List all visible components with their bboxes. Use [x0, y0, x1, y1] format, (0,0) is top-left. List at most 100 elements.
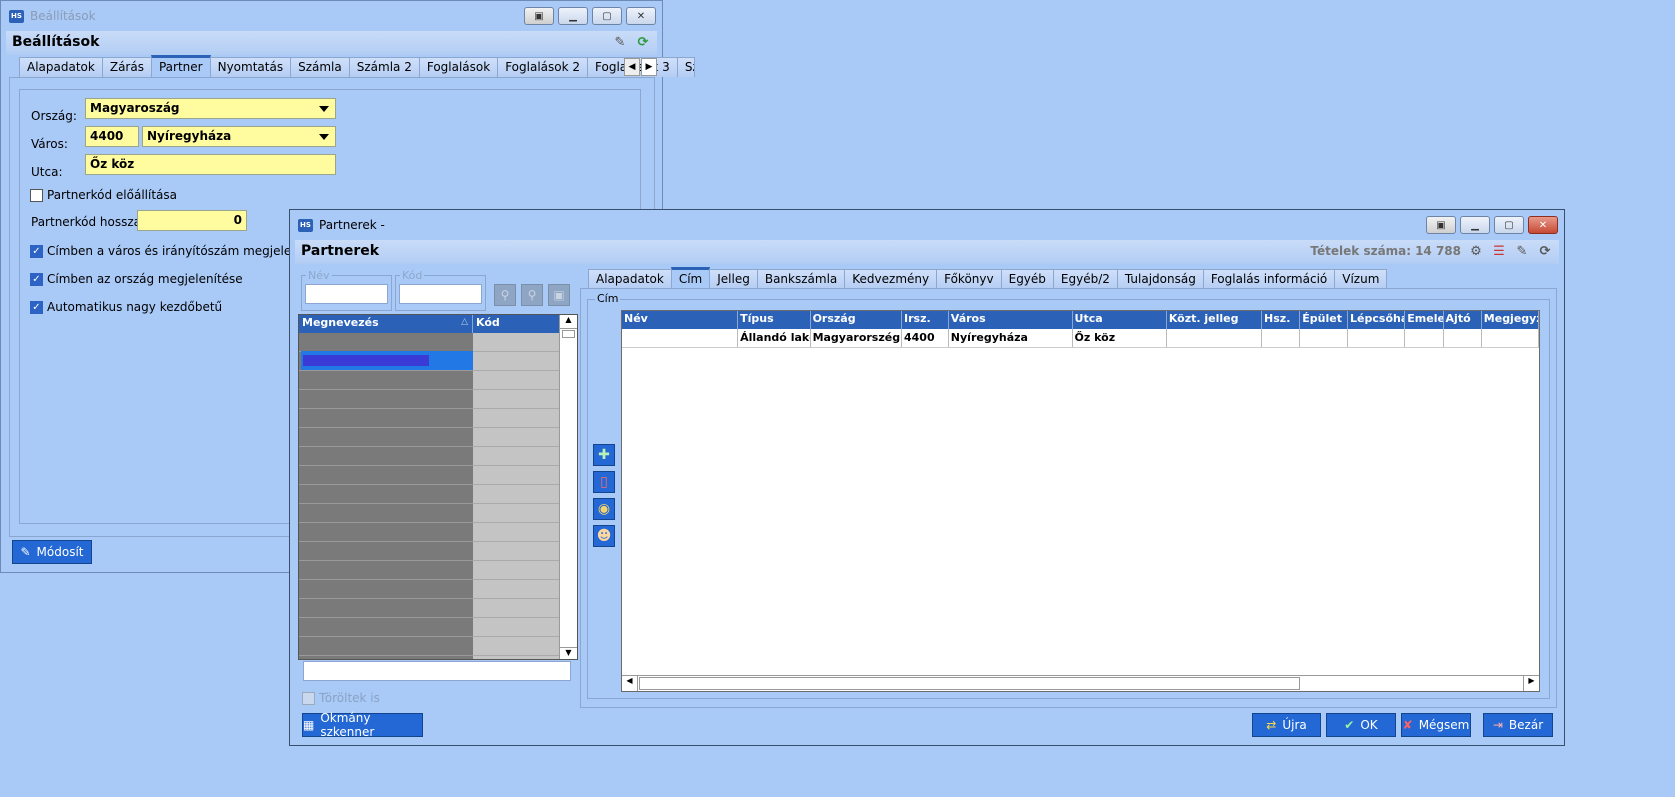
generate-code-checkbox[interactable]: Partnerkód előállítása [30, 188, 177, 202]
check-icon[interactable]: ✓ [30, 244, 43, 258]
column-header-megjegyzes[interactable]: Megjegyzé [1482, 311, 1539, 329]
tab-vizum[interactable]: Vízum [1334, 269, 1388, 289]
list-icon[interactable]: ☰ [1491, 243, 1507, 259]
cell-kozt-jelleg[interactable] [1167, 329, 1263, 347]
check-icon[interactable]: ✓ [30, 272, 43, 286]
show-country-checkbox[interactable]: ✓ Címben az ország megjelenítése [30, 272, 243, 286]
close-button[interactable]: ✕ [626, 7, 656, 25]
cell-tipus[interactable]: Állandó lakcím [738, 329, 811, 347]
tab-foglalas-informacio[interactable]: Foglalás információ [1202, 269, 1336, 289]
remote-control-icon[interactable]: ▣ [1426, 216, 1456, 234]
column-header-code[interactable]: Kód [473, 315, 559, 333]
column-header-epulet[interactable]: Épület [1300, 311, 1349, 329]
remote-control-icon[interactable]: ▣ [524, 7, 554, 25]
clear-filter-icon[interactable]: ⚲ [521, 284, 543, 306]
column-header-name[interactable]: Megnevezés △ [299, 315, 473, 333]
minimize-button[interactable]: ▁ [1460, 216, 1490, 234]
settings-gear-icon[interactable]: ⚙ [1468, 243, 1484, 259]
cell-irsz[interactable]: 4400 [902, 329, 949, 347]
column-header-tipus[interactable]: Típus [738, 311, 811, 329]
tab-partner[interactable]: Partner [150, 55, 211, 77]
column-header-orszag[interactable]: Ország [811, 311, 902, 329]
list-search-input[interactable] [303, 661, 571, 681]
scroll-left-icon[interactable]: ◀ [622, 676, 638, 691]
minimize-button[interactable]: ▁ [558, 7, 588, 25]
scroll-up-icon[interactable]: ▲ [560, 315, 577, 329]
tab-fokonyv[interactable]: Főkönyv [936, 269, 1002, 289]
list-vertical-scrollbar[interactable]: ▲ ▼ [559, 315, 577, 659]
save-filter-icon[interactable]: ▣ [548, 284, 570, 306]
close-window-button[interactable]: ⇥ Bezár [1483, 713, 1553, 737]
scroll-right-icon[interactable]: ▶ [1523, 676, 1539, 691]
street-input[interactable]: Őz köz [85, 154, 336, 175]
refresh-icon[interactable]: ⟳ [635, 34, 651, 50]
column-header-ajto[interactable]: Ajtó [1444, 311, 1482, 329]
column-header-kozt-jelleg[interactable]: Közt. jelleg [1167, 311, 1263, 329]
column-header-utca[interactable]: Utca [1073, 311, 1167, 329]
tab-szamla-2[interactable]: Számla 2 [348, 57, 420, 77]
table-horizontal-scrollbar[interactable]: ◀ ▶ [622, 675, 1539, 691]
tab-zaras[interactable]: Zárás [101, 57, 152, 77]
auto-capital-checkbox[interactable]: ✓ Automatikus nagy kezdőbetű [30, 300, 222, 314]
tab-alapadatok[interactable]: Alapadatok [588, 269, 672, 289]
cell-ajto[interactable] [1444, 329, 1482, 347]
cell-varos[interactable]: Nyíregyháza [949, 329, 1073, 347]
maximize-button[interactable]: ▢ [592, 7, 622, 25]
cell-lepcsohaz[interactable] [1348, 329, 1406, 347]
tab-tulajdonsag[interactable]: Tulajdonság [1116, 269, 1204, 289]
reset-button[interactable]: ⇄ Újra [1252, 713, 1321, 737]
tab-egyeb[interactable]: Egyéb [1000, 269, 1054, 289]
city-select[interactable]: Nyíregyháza [142, 126, 336, 147]
zip-input[interactable]: 4400 [85, 126, 139, 147]
tab-szamla[interactable]: Számla [290, 57, 350, 77]
table-row[interactable]: Állandó lakcím Magyarorszég 4400 Nyíregy… [622, 329, 1539, 348]
tab-nyomtatas[interactable]: Nyomtatás [209, 57, 292, 77]
tab-egyeb-2[interactable]: Egyéb/2 [1052, 269, 1118, 289]
show-city-zip-checkbox[interactable]: ✓ Címben a város és irányítószám megjele… [30, 244, 332, 258]
tab-kedvezmeny[interactable]: Kedvezmény [844, 269, 938, 289]
cell-emelet[interactable] [1405, 329, 1444, 347]
column-header-lepcsohaz[interactable]: Lépcsőház [1348, 311, 1406, 329]
horizontal-scroll-thumb[interactable] [639, 677, 1300, 690]
tab-jelleg[interactable]: Jelleg [709, 269, 758, 289]
add-address-button[interactable]: ✚ [593, 444, 615, 466]
close-button[interactable]: ✕ [1528, 216, 1558, 234]
cancel-button[interactable]: ✘ Mégsem [1401, 713, 1471, 737]
cell-hsz[interactable] [1262, 329, 1301, 347]
tab-foglalasok[interactable]: Foglalások [418, 57, 499, 77]
tab-sz[interactable]: Sz [676, 57, 695, 77]
tab-scroll-left-button[interactable]: ◀ [624, 58, 640, 76]
cell-orszag[interactable]: Magyarorszég [811, 329, 902, 347]
tab-bankszamla[interactable]: Bankszámla [756, 269, 846, 289]
eraser-icon[interactable]: ✎ [612, 34, 628, 50]
people-icon[interactable]: ☻ [593, 525, 615, 547]
cell-utca[interactable]: Őz köz [1073, 329, 1167, 347]
ok-button[interactable]: ✔ OK [1326, 713, 1396, 737]
column-header-emelet[interactable]: Emele [1405, 311, 1444, 329]
name-filter-input[interactable] [305, 284, 388, 304]
globe-icon[interactable]: ◉ [593, 498, 615, 520]
country-select[interactable]: Magyaroszág [85, 98, 336, 119]
scroll-down-icon[interactable]: ▼ [560, 647, 577, 659]
column-header-hsz[interactable]: Hsz. [1262, 311, 1301, 329]
maximize-button[interactable]: ▢ [1494, 216, 1524, 234]
eraser-icon[interactable]: ✎ [1514, 243, 1530, 259]
column-header-irsz[interactable]: Irsz. [902, 311, 949, 329]
delete-address-button[interactable]: ▯ [593, 471, 615, 493]
tab-cim[interactable]: Cím [670, 267, 711, 289]
column-header-nev[interactable]: Név [622, 311, 739, 329]
tab-scroll-right-button[interactable]: ▶ [641, 58, 657, 76]
code-length-input[interactable]: 0 [137, 210, 247, 231]
column-header-varos[interactable]: Város [949, 311, 1073, 329]
cell-epulet[interactable] [1300, 329, 1349, 347]
tab-foglalasok-2[interactable]: Foglalások 2 [497, 57, 589, 77]
scanner-button[interactable]: ▦ Okmány szkenner [302, 711, 423, 739]
cell-megjegyzes[interactable] [1482, 329, 1539, 347]
checkbox-box[interactable] [302, 691, 315, 705]
check-icon[interactable]: ✓ [30, 300, 43, 314]
selected-list-item[interactable] [301, 351, 473, 370]
tab-alapadatok[interactable]: Alapadatok [19, 57, 103, 77]
modify-button[interactable]: ✎ Módosít [12, 540, 92, 564]
deleted-too-checkbox[interactable]: Töröltek is [302, 691, 380, 705]
code-filter-input[interactable] [399, 284, 482, 304]
